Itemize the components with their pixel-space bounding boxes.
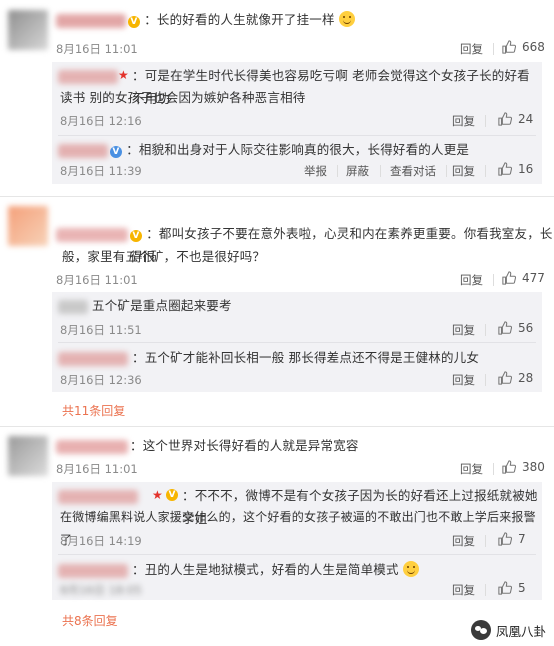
reply-time: 8月16日 18:05 bbox=[60, 583, 142, 597]
divider bbox=[446, 165, 447, 177]
reply-button[interactable]: 回复 bbox=[452, 372, 475, 388]
like-button[interactable]: 16 bbox=[498, 162, 533, 176]
star-icon: ★ bbox=[118, 68, 129, 82]
comment-text: ：这个世界对长得好看的人就是异常宽容 bbox=[130, 438, 359, 453]
watermark-label: 凤凰八卦 bbox=[495, 623, 546, 639]
reply-list: ★ V ：不不不，微博不是有个女孩子因为长的好看还上过报纸就被她学姐 在微博编黑… bbox=[52, 482, 542, 600]
reply-text-continued: 读书 别的女孩子也会因为嫉妒各种恶言相待 bbox=[60, 90, 306, 105]
reply-button[interactable]: 回复 bbox=[452, 163, 475, 179]
divider bbox=[485, 165, 486, 177]
vip-badge-icon: V bbox=[110, 146, 122, 158]
reply-button[interactable]: 回复 bbox=[460, 461, 483, 477]
like-count: 28 bbox=[518, 371, 534, 385]
reply-button[interactable]: 回复 bbox=[460, 41, 483, 57]
reply-username[interactable] bbox=[58, 144, 108, 158]
reply-username[interactable] bbox=[58, 352, 128, 366]
view-dialog-button[interactable]: 查看对话 bbox=[390, 163, 436, 179]
reply-text: ：五个矿才能补回长相一般 那长得差点还不得是王健林的儿女 bbox=[132, 350, 480, 365]
username[interactable] bbox=[56, 440, 128, 454]
divider bbox=[0, 196, 554, 197]
reply-button[interactable]: 回复 bbox=[452, 322, 475, 338]
thumbs-up-icon bbox=[498, 532, 512, 546]
comment-text-continued: 般，家里有五个矿，不也是很好吗？ bbox=[62, 249, 266, 264]
reply-time: 8月16日 12:16 bbox=[60, 114, 142, 128]
reply-username[interactable] bbox=[58, 70, 118, 84]
username[interactable] bbox=[56, 228, 128, 242]
divider bbox=[337, 165, 338, 177]
reply-button[interactable]: 回复 bbox=[460, 272, 483, 288]
wechat-icon bbox=[470, 620, 491, 640]
comment-time: 8月16日 11:01 bbox=[56, 462, 138, 476]
reply-time: 8月16日 12:36 bbox=[60, 373, 142, 387]
comment-time: 8月16日 11:01 bbox=[56, 42, 138, 56]
reply-button[interactable]: 回复 bbox=[452, 533, 475, 549]
watermark: 凤凰八卦 bbox=[470, 620, 546, 640]
like-count: 56 bbox=[518, 321, 534, 335]
reply-list: 五个矿是重点圈起来要考 8月16日 11:51 回复 56 ：五个矿才能补回长相… bbox=[52, 292, 542, 392]
like-count: 24 bbox=[518, 112, 534, 126]
avatar[interactable] bbox=[8, 436, 48, 476]
divider bbox=[485, 115, 486, 127]
vip-badge-icon: V bbox=[166, 489, 178, 501]
reply-text: 五个矿是重点圈起来要考 bbox=[92, 298, 232, 313]
divider bbox=[493, 43, 494, 55]
reply-time: 8月16日 11:51 bbox=[60, 323, 142, 337]
block-button[interactable]: 屏蔽 bbox=[346, 163, 369, 179]
like-button[interactable]: 56 bbox=[498, 321, 533, 335]
thumbs-up-icon bbox=[498, 112, 512, 126]
divider bbox=[493, 463, 494, 475]
like-count: 16 bbox=[518, 162, 534, 176]
thumbs-up-icon bbox=[498, 321, 512, 335]
like-count: 668 bbox=[522, 40, 545, 54]
reply-text: V ：相貌和出身对于人际交往影响真的很大，长得好看的人更是 bbox=[110, 138, 469, 161]
reply-time: 8月16日 14:19 bbox=[60, 534, 142, 548]
reply-time: 8月16日 11:39 bbox=[60, 164, 142, 178]
thumbs-up-icon bbox=[502, 40, 516, 54]
vip-badge-icon: V bbox=[130, 230, 142, 242]
more-replies-link[interactable]: 共11条回复 bbox=[62, 402, 125, 419]
divider bbox=[485, 584, 486, 596]
thumbs-up-icon bbox=[502, 460, 516, 474]
like-button[interactable]: 24 bbox=[498, 112, 533, 126]
like-count: 7 bbox=[518, 532, 526, 546]
sweat-smile-emoji-icon bbox=[338, 11, 355, 27]
comment-text: V ：长的好看的人生就像开了挂一样 bbox=[128, 8, 355, 31]
like-button[interactable]: 5 bbox=[498, 581, 526, 595]
thumbs-up-icon bbox=[498, 581, 512, 595]
like-button[interactable]: 477 bbox=[502, 271, 545, 285]
like-button[interactable]: 28 bbox=[498, 371, 533, 385]
username[interactable] bbox=[56, 14, 126, 28]
like-count: 380 bbox=[522, 460, 545, 474]
divider bbox=[0, 426, 554, 427]
like-count: 477 bbox=[522, 271, 545, 285]
reply-username[interactable] bbox=[58, 490, 138, 504]
smirk-emoji-icon bbox=[402, 561, 419, 577]
reply-text: ：丑的人生是地狱模式，好看的人生是简单模式 bbox=[132, 558, 419, 581]
reply-username[interactable] bbox=[58, 300, 88, 314]
divider bbox=[485, 374, 486, 386]
reply-button[interactable]: 回复 bbox=[452, 113, 475, 129]
thumbs-up-icon bbox=[502, 271, 516, 285]
like-button[interactable]: 668 bbox=[502, 40, 545, 54]
reply-button[interactable]: 回复 bbox=[452, 582, 475, 598]
like-count: 5 bbox=[518, 581, 526, 595]
reply-username[interactable] bbox=[58, 564, 128, 578]
like-button[interactable]: 7 bbox=[498, 532, 526, 546]
more-replies-link[interactable]: 共8条回复 bbox=[62, 612, 118, 629]
divider bbox=[485, 324, 486, 336]
thumbs-up-icon bbox=[498, 371, 512, 385]
reply-list: ★ ：可是在学生时代长得美也容易吃亏啊 老师会觉得这个女孩子长的好看不用功 读书… bbox=[52, 62, 542, 184]
vip-badge-icon: V bbox=[128, 16, 140, 28]
star-icon: ★ bbox=[152, 488, 163, 502]
report-button[interactable]: 举报 bbox=[304, 163, 327, 179]
comment-time: 8月16日 11:01 bbox=[56, 273, 138, 287]
thumbs-up-icon bbox=[498, 162, 512, 176]
like-button[interactable]: 380 bbox=[502, 460, 545, 474]
avatar[interactable] bbox=[8, 10, 48, 50]
divider bbox=[380, 165, 381, 177]
divider bbox=[493, 274, 494, 286]
avatar[interactable] bbox=[8, 206, 48, 246]
divider bbox=[485, 535, 486, 547]
